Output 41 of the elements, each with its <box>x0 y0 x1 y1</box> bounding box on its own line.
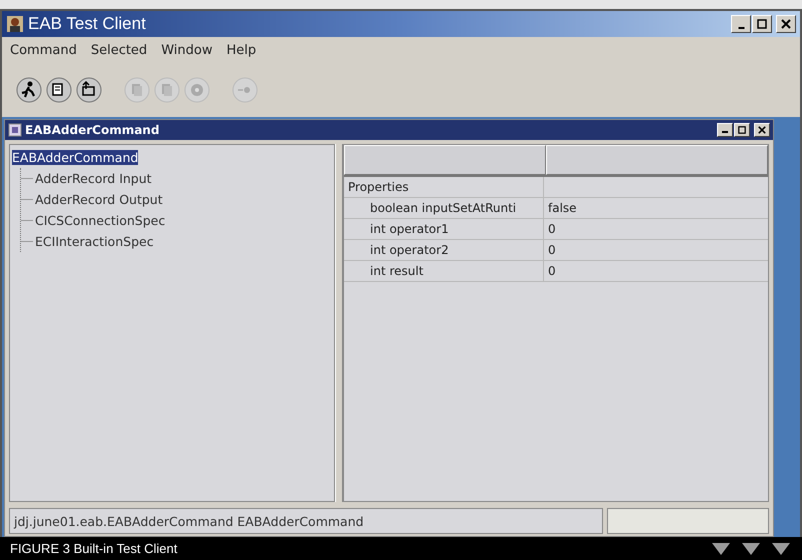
tree-item[interactable]: AdderRecord Output <box>35 192 163 207</box>
menu-item[interactable]: Help <box>226 42 256 58</box>
table-cell: int result <box>344 261 544 281</box>
close-button[interactable] <box>754 123 770 137</box>
menu-item[interactable]: Window <box>161 42 212 58</box>
table-cell: int operator2 <box>344 240 544 260</box>
table-cell-text: 0 <box>547 242 556 259</box>
frame-icon <box>8 123 22 137</box>
table-cell: boolean inputSetAtRunti <box>344 198 544 218</box>
close-button[interactable] <box>776 15 796 33</box>
running-figure-icon[interactable] <box>16 77 42 103</box>
maximize-button[interactable] <box>752 15 772 33</box>
document-icon[interactable] <box>46 77 72 103</box>
status-text: jdj.june01.eab.EABAdderCommand EABAdderCommand <box>9 508 603 534</box>
minimize-button[interactable] <box>717 123 733 137</box>
figure-caption: FIGURE 3 Built-in Test Client <box>10 541 178 556</box>
table-cell: int operator1 <box>344 219 544 239</box>
internal-window-title: EABAdderCommand <box>25 123 160 137</box>
tree-item[interactable]: ECIInteractionSpec <box>35 234 154 249</box>
tree-item[interactable]: EABAdderCommand <box>12 150 138 165</box>
maximize-icon <box>757 19 767 29</box>
window-title: EAB Test Client <box>28 14 146 34</box>
tree-item[interactable]: AdderRecord Input <box>35 171 152 186</box>
maximize-button[interactable] <box>734 123 750 137</box>
column-header[interactable] <box>344 145 546 175</box>
menu-item[interactable]: Command <box>10 42 77 58</box>
table-cell-text: false <box>547 200 577 217</box>
app-icon <box>6 15 24 33</box>
maximize-icon <box>738 126 746 134</box>
close-icon <box>781 19 791 29</box>
table-cell-text: 0 <box>547 263 556 280</box>
menu-item[interactable]: Selected <box>90 42 148 58</box>
minimize-button[interactable] <box>731 15 751 33</box>
column-header[interactable] <box>546 145 768 175</box>
table-cell: Properties <box>344 177 544 197</box>
table-cell-text: 0 <box>547 221 556 238</box>
tree-item[interactable]: CICSConnectionSpec <box>35 213 166 228</box>
folder-arrow-icon[interactable] <box>76 77 102 103</box>
close-icon <box>758 126 766 134</box>
minimize-icon <box>738 27 744 29</box>
minimize-icon <box>722 131 728 133</box>
